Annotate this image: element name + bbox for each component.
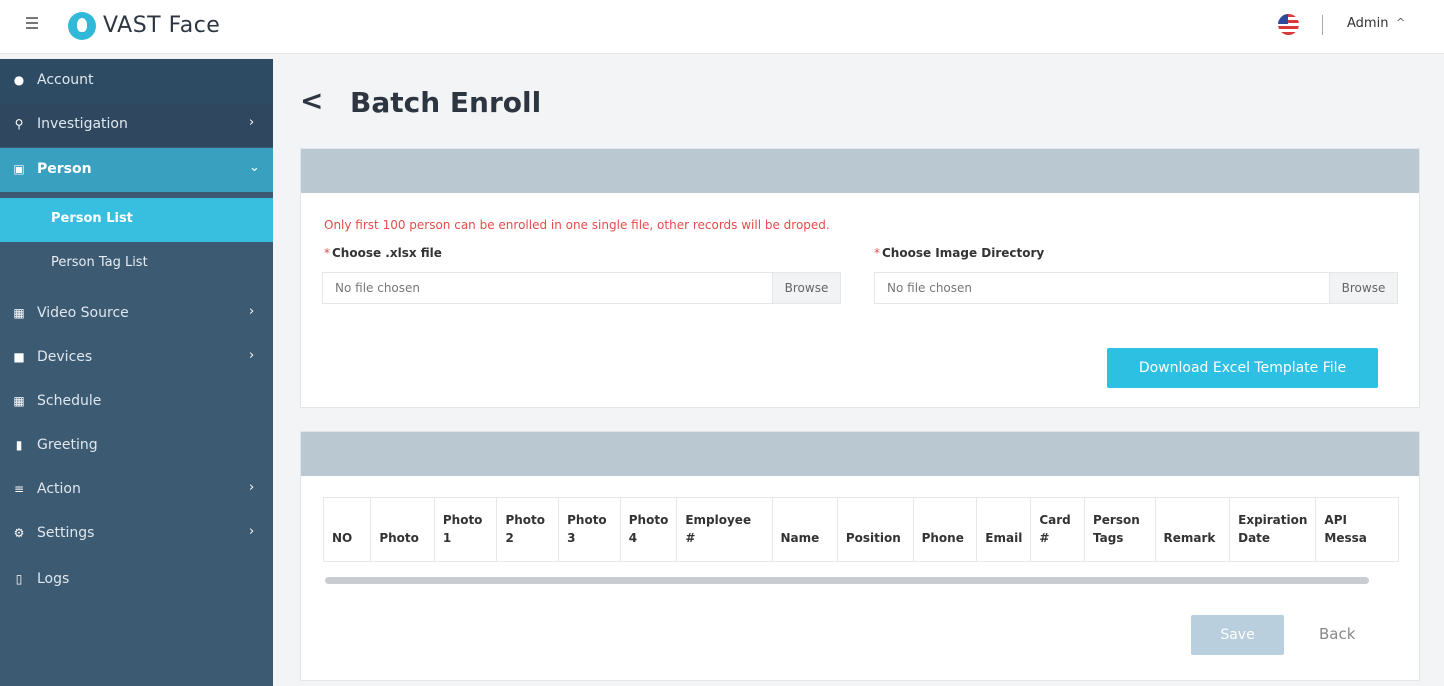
clipboard-icon: ▯: [15, 572, 23, 586]
video-source-icon: ▦: [13, 306, 25, 320]
sidebar-item-label: Action: [37, 481, 81, 497]
chevron-down-icon: ⌄: [249, 160, 260, 175]
upload-panel: Only first 100 person can be enrolled in…: [300, 148, 1420, 408]
brand-name: VAST Face: [103, 13, 221, 38]
xlsx-label-text: Choose .xlsx file: [332, 246, 442, 260]
sidebar-item-devices[interactable]: ■ Devices ›: [0, 336, 273, 380]
image-dir-label-text: Choose Image Directory: [882, 246, 1045, 260]
column-header: Photo 4: [619, 497, 678, 562]
sidebar-item-label: Investigation: [37, 116, 128, 132]
column-header: API Messa: [1315, 497, 1399, 562]
column-header: Photo 3: [558, 497, 621, 562]
required-mark: *: [324, 246, 330, 260]
panel-header: [301, 149, 1419, 193]
results-table-wrapper: NO Photo Photo 1 Photo 2 Photo 3 Photo 4…: [323, 497, 1399, 569]
column-header: Remark: [1154, 497, 1231, 562]
sidebar-item-schedule[interactable]: ▦ Schedule: [0, 380, 273, 424]
camera-icon: ■: [13, 350, 25, 364]
back-arrow-icon[interactable]: <: [300, 84, 323, 117]
sidebar-subitem-person-tag-list[interactable]: Person Tag List: [0, 242, 273, 286]
sidebar-item-settings[interactable]: ⚙ Settings ›: [0, 512, 273, 556]
sidebar-item-label: Schedule: [37, 393, 102, 409]
image-dir-browse-button[interactable]: Browse: [1329, 273, 1397, 303]
results-panel: NO Photo Photo 1 Photo 2 Photo 3 Photo 4…: [300, 431, 1420, 681]
sidebar-item-label: Video Source: [37, 305, 129, 321]
menu-toggle-icon[interactable]: [26, 17, 40, 31]
save-button[interactable]: Save: [1191, 615, 1284, 655]
sidebar-item-video-source[interactable]: ▦ Video Source ›: [0, 292, 273, 336]
chevron-right-icon: ›: [249, 348, 255, 363]
sidebar-item-logs[interactable]: ▯ Logs: [0, 558, 273, 602]
column-header: NO: [323, 497, 372, 562]
top-header: VAST Face Admin ^: [0, 0, 1444, 54]
column-header: Employee #: [676, 497, 773, 562]
sidebar-item-label: Devices: [37, 349, 93, 365]
enroll-limit-notice: Only first 100 person can be enrolled in…: [324, 218, 830, 232]
results-table: NO Photo Photo 1 Photo 2 Photo 3 Photo 4…: [323, 497, 1399, 562]
horizontal-scrollbar[interactable]: [325, 577, 1369, 584]
page-title: Batch Enroll: [350, 86, 542, 119]
column-header: Photo: [370, 497, 435, 562]
header-divider: [1322, 15, 1323, 35]
column-header: Position: [836, 497, 914, 562]
column-header: Person Tags: [1083, 497, 1156, 562]
comment-icon: ▮: [15, 438, 23, 452]
sidebar-item-investigation[interactable]: ⚲ Investigation ›: [0, 103, 273, 147]
column-header: Phone: [912, 497, 978, 562]
sidebar-subitem-label: Person List: [51, 211, 133, 226]
sidebar-item-greeting[interactable]: ▮ Greeting: [0, 424, 273, 468]
column-header: Photo 1: [433, 497, 498, 562]
chevron-right-icon: ›: [249, 115, 255, 130]
sidebar-subitem-person-list[interactable]: Person List: [0, 198, 273, 242]
image-dir-input[interactable]: No file chosen Browse: [874, 272, 1398, 304]
person-card-icon: ▣: [13, 162, 25, 176]
sidebar-item-label: Person: [37, 161, 92, 177]
list-icon: ≡: [13, 482, 25, 496]
column-header: Email: [976, 497, 1032, 562]
column-header: Card #: [1030, 497, 1085, 562]
users-icon: ●: [13, 73, 25, 87]
column-header: Name: [771, 497, 838, 562]
sidebar-item-label: Greeting: [37, 437, 98, 453]
sidebar-item-label: Settings: [37, 525, 95, 541]
table-header-row: NO Photo Photo 1 Photo 2 Photo 3 Photo 4…: [323, 497, 1399, 562]
sidebar-item-account[interactable]: ● Account: [0, 59, 273, 103]
image-dir-status: No file chosen: [887, 281, 973, 295]
download-template-button[interactable]: Download Excel Template File: [1107, 348, 1378, 388]
image-dir-field-label: * Choose Image Directory: [874, 246, 1044, 260]
chevron-up-icon[interactable]: ^: [1396, 16, 1405, 29]
gears-icon: ⚙: [13, 526, 25, 540]
language-flag-icon[interactable]: [1278, 14, 1299, 35]
sidebar-item-label: Logs: [37, 571, 70, 587]
sidebar-item-action[interactable]: ≡ Action ›: [0, 468, 273, 512]
sidebar-item-person[interactable]: ▣ Person ⌄: [0, 148, 273, 192]
column-header: Expiration Date: [1229, 497, 1317, 562]
xlsx-browse-button[interactable]: Browse: [772, 273, 840, 303]
xlsx-file-status: No file chosen: [335, 281, 421, 295]
chevron-right-icon: ›: [249, 524, 255, 539]
sidebar: ● Account ⚲ Investigation › ▣ Person ⌄ P…: [0, 59, 273, 686]
search-icon: ⚲: [14, 117, 24, 131]
chevron-right-icon: ›: [249, 304, 255, 319]
required-mark: *: [874, 246, 880, 260]
column-header: Photo 2: [496, 497, 560, 562]
sidebar-subitem-label: Person Tag List: [51, 255, 148, 270]
user-menu[interactable]: Admin: [1347, 16, 1388, 31]
chevron-right-icon: ›: [249, 480, 255, 495]
back-button[interactable]: Back: [1319, 625, 1355, 643]
panel-header: [301, 432, 1419, 476]
sidebar-item-label: Account: [37, 72, 94, 88]
xlsx-file-input[interactable]: No file chosen Browse: [322, 272, 841, 304]
calendar-icon: ▦: [13, 394, 25, 408]
xlsx-field-label: * Choose .xlsx file: [324, 246, 442, 260]
logo-icon: [68, 12, 96, 40]
